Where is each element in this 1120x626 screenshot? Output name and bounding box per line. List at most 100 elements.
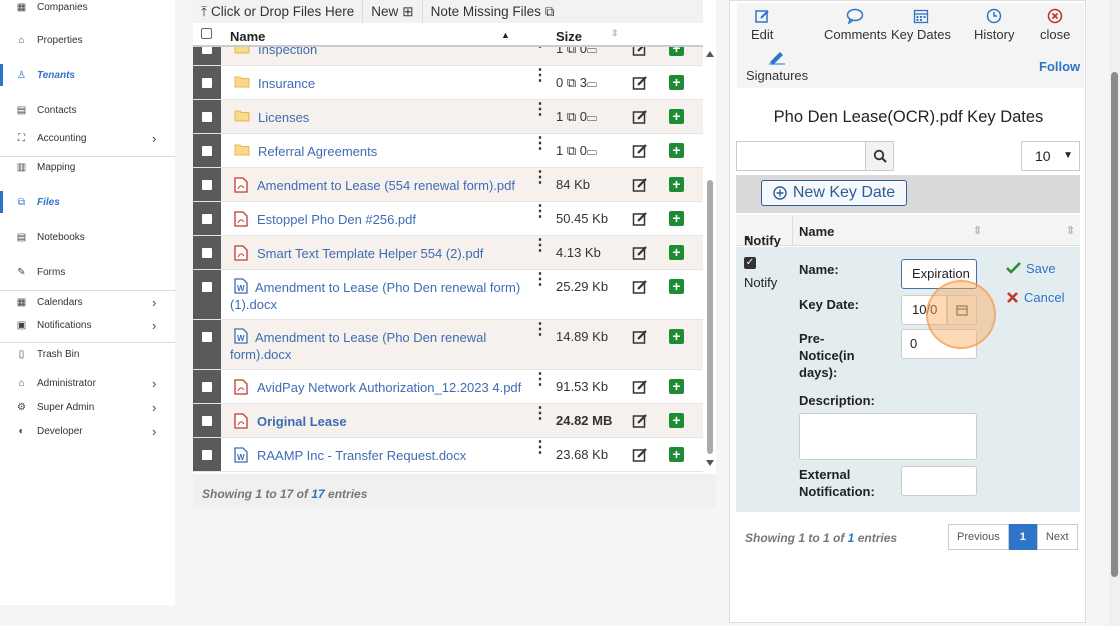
row-checkbox-cell[interactable] [193,320,221,369]
edit-icon[interactable] [632,177,648,193]
more-options-icon[interactable]: ⋮ [532,204,548,220]
chevron-right-icon[interactable]: › [152,318,156,333]
file-name-link[interactable]: AvidPay Network Authorization_12.2023 4.… [257,379,521,396]
edit-icon[interactable] [632,379,648,395]
table-row[interactable]: Original Lease ⋮ 24.82 MB + [193,404,703,438]
more-options-icon[interactable]: ⋮ [532,136,548,152]
sort-both-icon[interactable]: ⇕ [1066,224,1075,237]
current-page-button[interactable]: 1 [1008,524,1037,550]
edit-icon[interactable] [632,245,648,261]
row-checkbox-cell[interactable] [193,202,221,235]
row-checkbox-cell[interactable] [193,370,221,403]
more-options-icon[interactable]: ⋮ [532,322,548,338]
name-column-header[interactable]: Name [230,29,265,44]
folder-name-link[interactable]: Insurance [258,75,315,92]
add-icon[interactable]: + [669,177,684,192]
row-checkbox-cell[interactable] [193,236,221,269]
row-checkbox[interactable] [202,282,212,292]
table-row[interactable]: AvidPay Network Authorization_12.2023 4.… [193,370,703,404]
chevron-right-icon[interactable]: › [152,131,156,146]
table-row[interactable]: Smart Text Template Helper 554 (2).pdf ⋮ 4… [193,236,703,270]
folder-name-link[interactable]: Inspection [258,47,317,58]
file-name-link[interactable]: Estoppel Pho Den #256.pdf [257,211,416,228]
row-checkbox[interactable] [202,214,212,224]
folder-name-link[interactable]: Licenses [258,109,309,126]
edit-icon[interactable] [632,413,648,429]
table-row[interactable]: Estoppel Pho Den #256.pdf ⋮ 50.45 Kb + [193,202,703,236]
row-checkbox-cell[interactable] [193,100,221,133]
tab-comments[interactable]: Comments [824,8,887,42]
row-checkbox-cell[interactable] [193,404,221,437]
sidebar-item-trash-bin[interactable]: ▯ Trash Bin [0,343,175,365]
sort-both-icon[interactable]: ⇕ [973,224,982,237]
more-options-icon[interactable]: ⋮ [532,170,548,186]
more-options-icon[interactable]: ⋮ [532,238,548,254]
table-row[interactable]: Referral Agreements ⋮ 1 ⧉ 0▭ + [193,134,703,168]
sidebar-item-properties[interactable]: ⌂ Properties [0,29,175,51]
notify-checkbox[interactable]: ✓ [744,257,756,269]
new-button[interactable]: New ⊞ [363,0,423,23]
tab-edit[interactable]: Edit [751,8,773,42]
sidebar-item-files[interactable]: ⧉ Files [0,191,175,213]
more-options-icon[interactable]: ⋮ [532,272,548,288]
sidebar-item-contacts[interactable]: ▤ Contacts [0,99,175,121]
edit-icon[interactable] [632,329,648,345]
upload-button[interactable]: ⤒ Click or Drop Files Here [193,0,364,23]
save-button[interactable]: Save [1006,261,1056,276]
row-checkbox-cell[interactable] [193,270,221,319]
edit-icon[interactable] [632,47,648,57]
follow-button[interactable]: Follow [1039,59,1080,74]
more-options-icon[interactable]: ⋮ [532,440,548,456]
file-name-link[interactable]: Amendment to Lease (Pho Den renewal [255,329,486,346]
sidebar-item-notebooks[interactable]: ▤ Notebooks [0,226,175,248]
folder-name-link[interactable]: Referral Agreements [258,143,377,160]
table-row[interactable]: Inspection⋮1 ⧉ 0▭+ [193,47,703,66]
tab-history[interactable]: History [974,8,1014,42]
select-all-checkbox[interactable] [201,28,212,39]
chevron-right-icon[interactable]: › [152,400,156,415]
sidebar-item-accounting[interactable]: ⛶ Accounting › [0,127,175,149]
description-textarea[interactable] [799,413,977,460]
edit-icon[interactable] [632,279,648,295]
sidebar-item-developer[interactable]: ◐ Developer › [0,420,175,442]
row-checkbox-cell[interactable] [193,438,221,471]
key-dates-search-input[interactable] [736,141,866,171]
table-row[interactable]: W RAAMP Inc - Transfer Request.docx ⋮ 23.68… [193,438,703,472]
add-icon[interactable]: + [669,279,684,294]
table-row[interactable]: Insurance ⋮ 0 ⧉ 3▭ + [193,66,703,100]
previous-page-button[interactable]: Previous [948,524,1009,550]
size-column-header[interactable]: Size [556,29,582,44]
add-icon[interactable]: + [669,47,684,56]
chevron-right-icon[interactable]: › [152,295,156,310]
row-checkbox[interactable] [202,382,212,392]
row-checkbox-cell[interactable] [193,47,221,65]
row-checkbox[interactable] [202,78,212,88]
page-scrollbar[interactable] [1109,0,1120,626]
sidebar-item-calendars[interactable]: ▦ Calendars › [0,291,175,313]
add-icon[interactable]: + [669,413,684,428]
file-name-link[interactable]: Amendment to Lease (554 renewal form).pd… [257,177,515,194]
tab-close[interactable]: close [1040,8,1070,42]
table-row[interactable]: W Amendment to Lease (Pho Den renewal for… [193,270,703,320]
row-checkbox-cell[interactable] [193,134,221,167]
new-key-date-button[interactable]: New Key Date [761,180,907,206]
add-icon[interactable]: + [669,75,684,90]
edit-icon[interactable] [632,447,648,463]
add-icon[interactable]: + [669,211,684,226]
more-options-icon[interactable]: ⋮ [532,102,548,118]
file-name-link[interactable]: Smart Text Template Helper 554 (2).pdf [257,245,483,262]
file-name-link[interactable]: RAAMP Inc - Transfer Request.docx [257,447,466,464]
files-scrollbar[interactable] [705,49,715,469]
chevron-right-icon[interactable]: › [152,376,156,391]
tab-signatures[interactable]: Signatures [746,49,808,83]
file-name-link[interactable]: Amendment to Lease (Pho Den renewal form… [255,279,520,296]
add-icon[interactable]: + [669,379,684,394]
page-size-select[interactable]: 10 ▼ [1021,141,1080,171]
name-column-header[interactable]: Name [799,224,834,239]
file-name-link[interactable]: form).docx [230,346,291,363]
edit-icon[interactable] [632,143,648,159]
sidebar-item-mapping[interactable]: ▥ Mapping [0,156,175,178]
row-checkbox[interactable] [202,332,212,342]
table-row[interactable]: W Amendment to Lease (Pho Den renewal form… [193,320,703,370]
cancel-button[interactable]: Cancel [1006,290,1064,305]
